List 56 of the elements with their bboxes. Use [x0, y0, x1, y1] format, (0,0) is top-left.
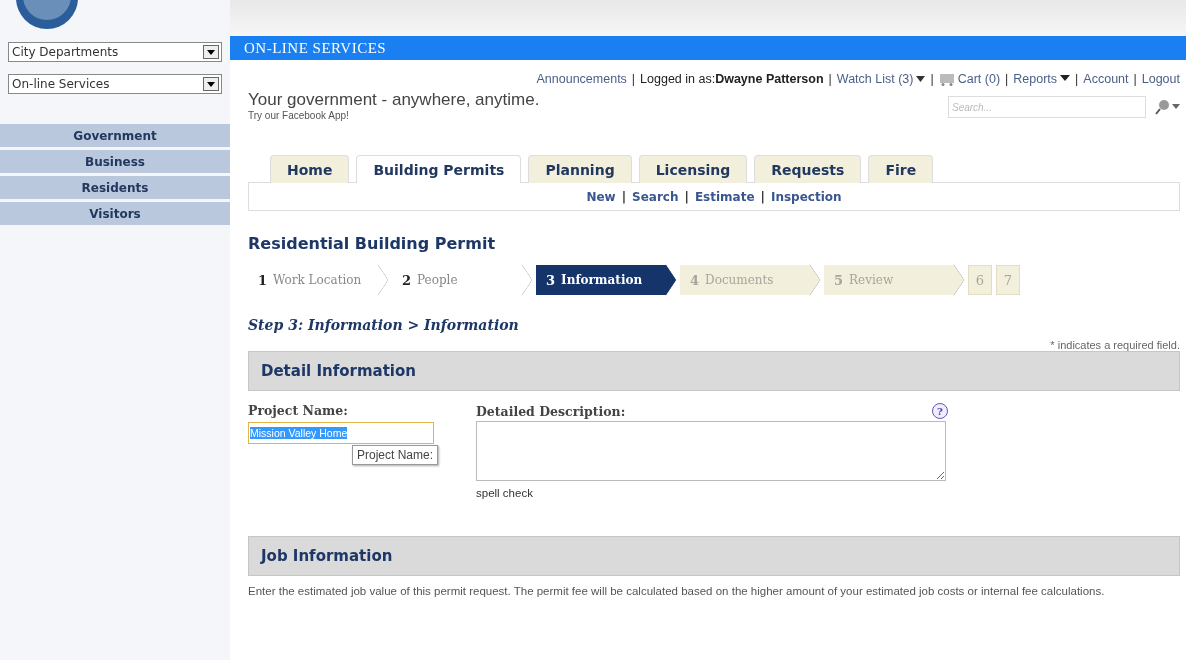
nav-tab[interactable]: Requests — [754, 155, 862, 183]
nav-tab[interactable]: Home — [270, 155, 350, 183]
search-icon[interactable] — [1154, 99, 1180, 115]
help-icon[interactable]: ? — [932, 403, 948, 419]
section-header: Job Information — [248, 536, 1180, 576]
seal-logo-icon — [16, 0, 78, 30]
cart-link[interactable]: Cart (0) — [938, 72, 1001, 86]
logout-link[interactable]: Logout — [1141, 72, 1180, 86]
search-field[interactable]: Search... — [948, 96, 1146, 118]
section-banner: ON-LINE SERVICES — [230, 36, 1186, 60]
subnav-link[interactable]: Inspection — [770, 189, 842, 204]
department-dropdown[interactable]: City Departments — [8, 42, 222, 62]
subnav-link[interactable]: Estimate — [694, 189, 755, 204]
logged-in-text: Logged in as:Dwayne Patterson — [640, 72, 824, 86]
subnav-link[interactable]: Search — [632, 189, 679, 204]
sidebar-item[interactable]: Business — [0, 150, 230, 173]
sidebar-item[interactable]: Government — [0, 124, 230, 147]
dropdown-arrow-icon — [207, 81, 215, 87]
separator: | — [1075, 72, 1079, 86]
field-label: Detailed Description: — [476, 403, 626, 419]
step-heading: Step 3: Information > Information — [248, 317, 520, 333]
separator: | — [1133, 72, 1137, 86]
cart-icon — [938, 72, 955, 86]
separator: | — [631, 72, 636, 86]
department-dropdown[interactable]: On-line Services — [8, 74, 222, 94]
separator: | — [930, 72, 934, 86]
nav-tab[interactable]: Building Permits — [356, 155, 522, 183]
nav-tab[interactable]: Fire — [868, 155, 934, 183]
sidebar-item[interactable]: Residents — [0, 176, 230, 199]
separator: | — [760, 189, 765, 204]
required-note: * indicates a required field. — [1050, 339, 1180, 351]
caret-icon — [1060, 75, 1071, 83]
caret-icon — [916, 76, 926, 82]
page-title: Residential Building Permit — [248, 234, 497, 253]
description-field[interactable] — [476, 421, 946, 481]
separator: | — [684, 189, 689, 204]
job-description-text: Enter the estimated job value of this permit request. The permit fee will be calculated based on the higher amount of your estimated job costs or internal fee calculations. — [248, 584, 1106, 599]
dropdown-arrow-icon — [207, 49, 215, 55]
tooltip: Project Name: — [352, 445, 439, 465]
reports-link[interactable]: Reports — [1013, 72, 1071, 86]
facebook-link[interactable]: Try our Facebook App! — [248, 110, 540, 121]
wizard-step[interactable]: 3 Information — [536, 265, 676, 295]
announcements-link[interactable]: Announcements — [536, 72, 627, 86]
sidebar-item[interactable]: Visitors — [0, 202, 230, 225]
subnav-link[interactable]: New — [586, 189, 616, 204]
separator: | — [621, 189, 627, 204]
field-label: Project Name: — [248, 403, 349, 418]
separator: | — [1005, 72, 1009, 86]
nav-tab[interactable]: Licensing — [638, 155, 748, 183]
account-link[interactable]: Account — [1083, 72, 1129, 86]
separator: | — [828, 72, 832, 86]
nav-tab[interactable]: Planning — [528, 155, 632, 183]
spell-check-link[interactable]: spell check — [476, 487, 946, 499]
section-header: Detail Information — [248, 351, 1180, 391]
watch-list-link[interactable]: Watch List (3) — [836, 72, 926, 86]
tagline: Your government - anywhere, anytime. — [248, 90, 540, 110]
